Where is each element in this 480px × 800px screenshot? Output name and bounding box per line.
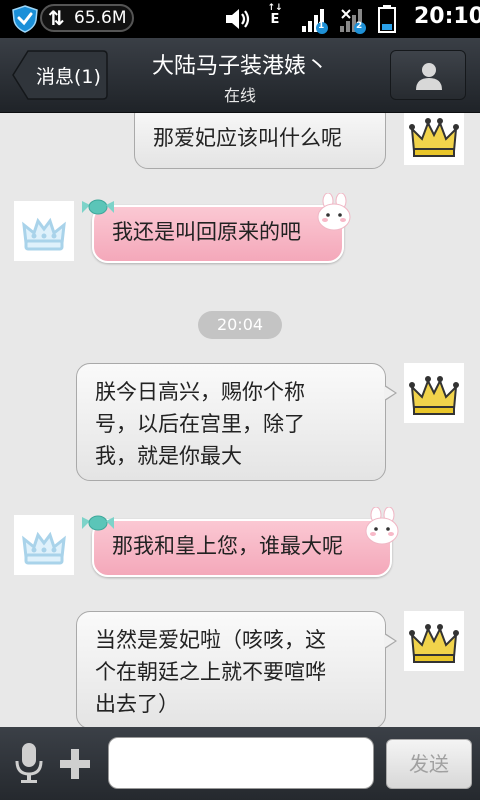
message-bubble-received[interactable]: 我还是叫回原来的吧 (92, 205, 344, 263)
my-avatar[interactable] (404, 113, 464, 165)
person-icon (416, 63, 442, 90)
profile-button[interactable] (390, 50, 466, 100)
volume-icon (226, 9, 250, 29)
message-text: 我还是叫回原来的吧 (112, 220, 301, 244)
candy-icon (82, 199, 114, 215)
back-label: 消息(1) (36, 66, 101, 88)
crown-icon (409, 118, 459, 157)
message-bubble-received[interactable]: 那我和皇上您，谁最大呢 (92, 519, 392, 577)
contact-name: 大陆马子装港婊丶 (151, 54, 328, 79)
crown-icon (409, 376, 459, 415)
sync-icon: ⇅ (48, 6, 65, 30)
chat-header: 消息(1) 大陆马子装港婊丶 在线 (0, 38, 480, 113)
bunny-icon (365, 507, 399, 545)
microphone-icon[interactable] (14, 741, 44, 785)
sim1-badge: 1 (318, 21, 325, 31)
message-text: 那我和皇上您，谁最大呢 (112, 534, 343, 558)
shield-icon (12, 5, 38, 33)
crown-icon (22, 531, 66, 565)
message-list[interactable]: 那爱妃应该叫什么呢 我还是叫回原来的吧 20:04 朕今日高兴，赐你个称 号，以… (0, 113, 480, 727)
input-bar: 发送 (0, 727, 480, 800)
message-line: 个在朝廷之上就不要喧哗 (95, 660, 326, 684)
bunny-icon (317, 193, 351, 231)
my-avatar[interactable] (404, 363, 464, 423)
contact-status: 在线 (223, 86, 256, 105)
message-bubble-sent[interactable]: 当然是爱妃啦（咳咳，这 个在朝廷之上就不要喧哗 出去了） (76, 611, 386, 727)
message-bubble-sent[interactable]: 那爱妃应该叫什么呢 (134, 113, 386, 169)
crown-icon (409, 624, 459, 663)
timestamp-divider: 20:04 (198, 311, 282, 339)
status-bar: ⇅ 65.6M ↑↓ E 1 2 20:10 (0, 0, 480, 38)
crown-icon (22, 217, 66, 251)
message-line: 号，以后在宫里，除了 (95, 412, 305, 436)
my-avatar[interactable] (404, 611, 464, 671)
sim2-badge: 2 (356, 21, 363, 31)
bubble-tail (384, 385, 397, 401)
back-button[interactable]: 消息(1) (12, 50, 108, 100)
plus-icon[interactable] (58, 747, 92, 781)
message-line: 当然是爱妃啦（咳咳，这 (95, 628, 326, 652)
message-line: 朕今日高兴，赐你个称 (95, 380, 305, 404)
message-input[interactable] (108, 737, 374, 789)
network-type: ↑↓ E (267, 3, 283, 27)
contact-avatar[interactable] (14, 201, 74, 261)
battery-icon (378, 5, 396, 33)
bubble-tail (384, 633, 397, 649)
message-bubble-sent[interactable]: 朕今日高兴，赐你个称 号，以后在宫里，除了 我，就是你最大 (76, 363, 386, 481)
message-line: 我，就是你最大 (95, 444, 242, 468)
send-button[interactable]: 发送 (386, 739, 472, 789)
candy-icon (82, 515, 114, 531)
status-time: 20:10 (414, 4, 480, 29)
message-text: 那爱妃应该叫什么呢 (153, 126, 342, 150)
contact-avatar[interactable] (14, 515, 74, 575)
message-line: 出去了） (95, 692, 179, 716)
net-speed: 65.6M (74, 8, 127, 28)
